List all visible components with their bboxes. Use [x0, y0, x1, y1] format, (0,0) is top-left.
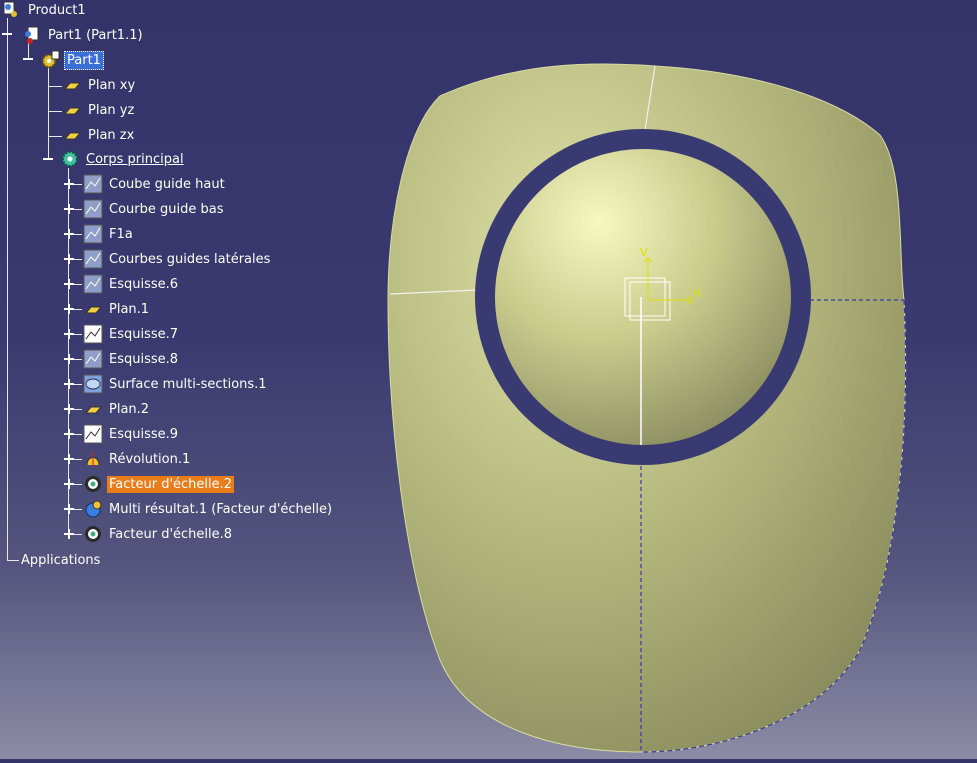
tree-label: Plan yz — [88, 102, 135, 118]
tree-node-part-instance[interactable]: Part1 (Part1.1) — [22, 25, 145, 45]
tree-label: Product1 — [28, 2, 86, 18]
tree-label: Plan xy — [88, 77, 136, 93]
sketch-icon — [83, 199, 103, 219]
expand-toggle[interactable] — [63, 228, 75, 240]
tree-node-feature[interactable]: Surface multi-sections.1 — [83, 374, 269, 394]
tree-node-feature[interactable]: Courbe guide bas — [83, 199, 225, 219]
tree-label: Plan.1 — [109, 301, 150, 317]
tree-label: Esquisse.7 — [109, 326, 179, 342]
tree-node-feature[interactable]: Esquisse.7 — [83, 324, 180, 344]
tree-label: Applications — [21, 552, 101, 568]
tree-label: Courbes guides latérales — [109, 251, 271, 267]
tree-node-body[interactable]: Corps principal — [60, 149, 186, 169]
tree-connector — [48, 68, 49, 160]
expand-toggle[interactable] — [63, 303, 75, 315]
sketch-icon — [83, 224, 103, 244]
tree-node-feature[interactable]: Esquisse.6 — [83, 274, 180, 294]
expand-toggle[interactable] — [63, 503, 75, 515]
expand-toggle[interactable] — [63, 203, 75, 215]
expand-toggle[interactable] — [63, 478, 75, 490]
tree-node-feature[interactable]: Facteur d'échelle.8 — [83, 524, 234, 544]
tree-label: Part1 — [64, 50, 104, 70]
expand-toggle[interactable] — [63, 178, 75, 190]
part-instance-icon — [22, 25, 42, 45]
tree-connector — [48, 86, 62, 87]
collapse-toggle[interactable] — [22, 53, 34, 65]
expand-toggle[interactable] — [63, 428, 75, 440]
sketch-icon — [83, 174, 103, 194]
tree-node-feature[interactable]: Facteur d'échelle.2 — [83, 474, 235, 494]
tree-label: F1a — [109, 226, 133, 242]
scaling-icon — [83, 524, 103, 544]
collapse-toggle[interactable] — [42, 153, 54, 165]
tree-label: Coube guide haut — [109, 176, 225, 192]
tree-node-plane[interactable]: Plan xy — [62, 75, 137, 95]
part-gear-icon — [40, 50, 60, 70]
product-icon — [2, 0, 22, 20]
tree-node-feature[interactable]: Multi résultat.1 (Facteur d'échelle) — [83, 499, 334, 519]
tree-node-applications[interactable]: Applications — [19, 550, 102, 570]
plane-icon — [62, 100, 82, 120]
tree-connector — [48, 111, 62, 112]
tree-label: Part1 (Part1.1) — [48, 27, 143, 43]
tree-node-feature[interactable]: Coube guide haut — [83, 174, 227, 194]
tree-label: Corps principal — [86, 151, 184, 167]
expand-toggle[interactable] — [63, 528, 75, 540]
tree-label: Plan zx — [88, 127, 135, 143]
sketch-active-icon — [83, 424, 103, 444]
tree-node-feature[interactable]: Esquisse.8 — [83, 349, 180, 369]
expand-toggle[interactable] — [63, 378, 75, 390]
sketch-icon — [83, 349, 103, 369]
tree-node-feature[interactable]: Esquisse.9 — [83, 424, 180, 444]
tree-node-feature[interactable]: F1a — [83, 224, 135, 244]
expand-toggle[interactable] — [63, 328, 75, 340]
specification-tree: Product1 Part1 (Part1.1) Part1 Plan xy P… — [0, 0, 380, 580]
tree-node-plane[interactable]: Plan zx — [62, 125, 136, 145]
plane-icon — [62, 125, 82, 145]
scaling-icon — [83, 474, 103, 494]
tree-connector — [48, 136, 62, 137]
tree-node-feature[interactable]: Révolution.1 — [83, 449, 192, 469]
axis-label-h: H — [693, 287, 701, 300]
axis-label-v: V — [640, 246, 648, 259]
plane-icon — [83, 399, 103, 419]
3d-viewport[interactable]: V H — [380, 0, 977, 759]
expand-toggle[interactable] — [63, 253, 75, 265]
tree-node-plane[interactable]: Plan yz — [62, 100, 136, 120]
tree-label: Surface multi-sections.1 — [109, 376, 267, 392]
expand-toggle[interactable] — [63, 278, 75, 290]
tree-node-feature[interactable]: Plan.2 — [83, 399, 151, 419]
multi-result-icon — [83, 499, 103, 519]
expand-toggle[interactable] — [63, 353, 75, 365]
tree-connector — [7, 560, 19, 561]
tree-label: Plan.2 — [109, 401, 150, 417]
tree-label: Esquisse.9 — [109, 426, 179, 442]
tree-label: Esquisse.6 — [109, 276, 179, 292]
tree-label: Facteur d'échelle.8 — [109, 526, 233, 542]
tree-node-feature[interactable]: Plan.1 — [83, 299, 151, 319]
tree-label: Facteur d'échelle.2 — [107, 475, 235, 493]
revolution-icon — [83, 449, 103, 469]
plane-icon — [83, 299, 103, 319]
dome-surface[interactable] — [495, 149, 791, 445]
sketch-icon — [83, 249, 103, 269]
sketch-icon — [83, 274, 103, 294]
body-gear-icon — [60, 149, 80, 169]
sketch-active-icon — [83, 324, 103, 344]
tree-label: Courbe guide bas — [109, 201, 224, 217]
tree-label: Révolution.1 — [109, 451, 191, 467]
tree-node-part[interactable]: Part1 — [40, 50, 104, 70]
multisection-surface-icon — [83, 374, 103, 394]
expand-toggle[interactable] — [63, 453, 75, 465]
expand-toggle[interactable] — [63, 403, 75, 415]
tree-label: Esquisse.8 — [109, 351, 179, 367]
tree-node-feature[interactable]: Courbes guides latérales — [83, 249, 272, 269]
plane-icon — [62, 75, 82, 95]
3d-model-view[interactable]: V H — [380, 0, 977, 759]
collapse-toggle[interactable] — [1, 28, 13, 40]
tree-label: Multi résultat.1 (Facteur d'échelle) — [109, 501, 333, 517]
tree-node-product[interactable]: Product1 — [2, 0, 88, 20]
tree-connector — [7, 18, 8, 560]
